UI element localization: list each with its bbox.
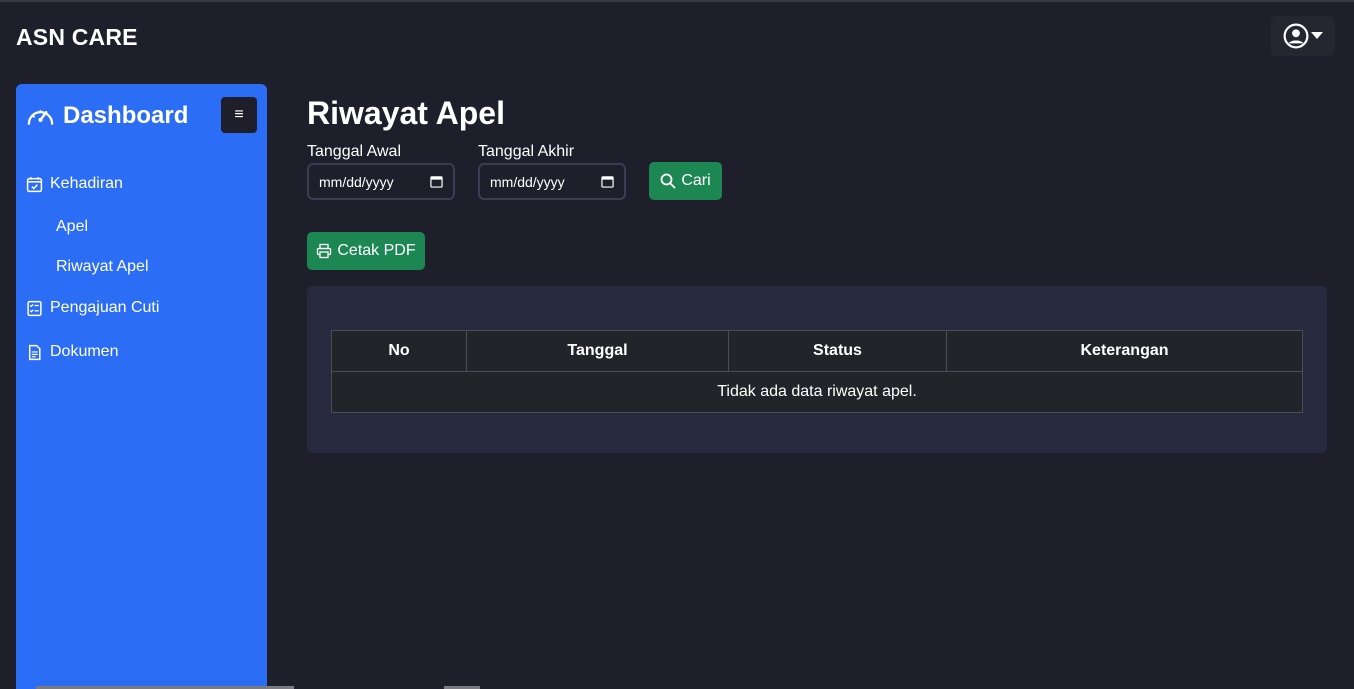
sidebar-subitem-apel[interactable]: Apel (56, 218, 88, 236)
calendar-icon[interactable] (430, 175, 443, 188)
end-date-label: Tanggal Akhir (478, 143, 575, 160)
sidebar-item-label: Pengajuan Cuti (50, 299, 160, 316)
speedometer-icon (27, 110, 54, 125)
column-header-no: No (331, 330, 467, 372)
end-date-value: mm/dd/yyyy (490, 173, 565, 190)
start-date-label: Tanggal Awal (307, 143, 401, 160)
sidebar-item-kehadiran[interactable]: Kehadiran (26, 175, 123, 193)
brand-logo[interactable]: ASN CARE (16, 24, 138, 51)
search-button[interactable]: Cari (649, 162, 722, 200)
start-date-value: mm/dd/yyyy (319, 173, 394, 190)
sidebar-toggle-button[interactable]: ≡ (221, 97, 257, 133)
start-date-input[interactable]: mm/dd/yyyy (307, 163, 455, 200)
column-header-keterangan: Keterangan (946, 330, 1303, 372)
checklist-icon (27, 300, 42, 316)
print-pdf-button[interactable]: Cetak PDF (307, 232, 425, 270)
calendar-icon[interactable] (601, 175, 614, 188)
page-title: Riwayat Apel (307, 95, 505, 131)
sidebar-item-label: Kehadiran (50, 175, 123, 192)
user-circle-icon (1283, 23, 1309, 49)
sidebar: Dashboard ≡ Kehadiran Apel Riwayat Apel … (16, 84, 267, 689)
empty-state-message: Tidak ada data riwayat apel. (331, 371, 1303, 413)
end-date-input[interactable]: mm/dd/yyyy (478, 163, 626, 200)
sidebar-header: Dashboard (26, 102, 188, 130)
table-header-row: No Tanggal Status Keterangan (331, 330, 1303, 372)
table-row: Tidak ada data riwayat apel. (331, 371, 1303, 413)
print-pdf-label: Cetak PDF (337, 242, 416, 259)
history-table: No Tanggal Status Keterangan Tidak ada d… (331, 330, 1303, 413)
sidebar-item-pengajuan-cuti[interactable]: Pengajuan Cuti (26, 299, 159, 317)
user-menu-button[interactable] (1271, 16, 1335, 56)
top-navbar: ASN CARE (0, 2, 1354, 68)
sidebar-subitem-riwayat-apel[interactable]: Riwayat Apel (56, 258, 149, 276)
caret-down-icon (1311, 32, 1323, 39)
hamburger-icon: ≡ (234, 106, 244, 123)
column-header-status: Status (728, 330, 947, 372)
sidebar-item-dokumen[interactable]: Dokumen (26, 343, 118, 361)
history-card: No Tanggal Status Keterangan Tidak ada d… (307, 286, 1327, 453)
calendar-check-icon (26, 176, 43, 192)
column-header-tanggal: Tanggal (466, 330, 729, 372)
sidebar-title[interactable]: Dashboard (63, 102, 188, 130)
search-button-label: Cari (681, 172, 711, 189)
sidebar-item-label: Dokumen (50, 343, 119, 360)
printer-icon (317, 243, 332, 259)
search-icon (660, 173, 676, 189)
document-icon (28, 344, 41, 360)
